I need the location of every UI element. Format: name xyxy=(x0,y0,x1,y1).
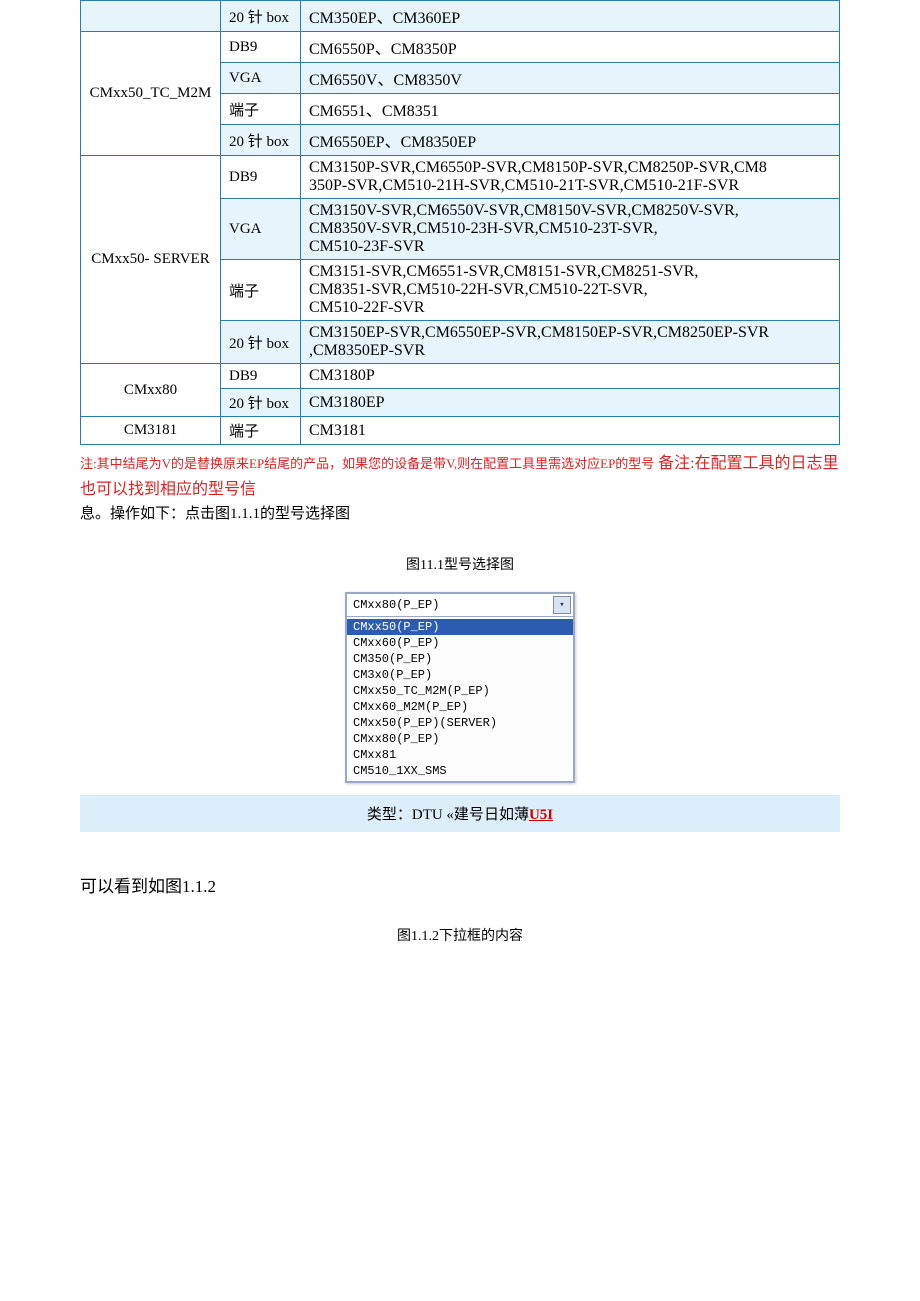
figure-caption-1: 图11.1型号选择图 xyxy=(80,554,840,574)
table-cell: 20 针 box xyxy=(221,125,301,156)
table-cell: CM3180P xyxy=(301,364,840,389)
table-cell: CM3180EP xyxy=(301,389,840,417)
table-cell: CM3181 xyxy=(301,417,840,445)
table-cell: CM350EP、CM360EP xyxy=(301,1,840,32)
table-group-label: CMxx80 xyxy=(81,364,221,417)
note-red: 注:其中结尾为V的是替换原来EP结尾的产品，如果您的设备是带V,则在配置工具里需… xyxy=(80,456,654,471)
table-cell: 20 针 box xyxy=(221,1,301,32)
table-cell: CM6550P、CM8350P xyxy=(301,32,840,63)
dropdown-item[interactable]: CM350(P_EP) xyxy=(347,651,573,667)
table-cell: CM6550EP、CM8350EP xyxy=(301,125,840,156)
dropdown-item[interactable]: CMxx50(P_EP) xyxy=(347,619,573,635)
dropdown-button[interactable]: ▾ xyxy=(553,596,571,614)
type-label: 类型：DTU «建号日如薄 xyxy=(367,807,529,823)
table-cell: 端子 xyxy=(221,417,301,445)
chevron-down-icon: ▾ xyxy=(559,600,564,610)
table-cell: DB9 xyxy=(221,156,301,199)
dropdown-selected[interactable]: CMxx80(P_EP) xyxy=(347,596,551,614)
type-link[interactable]: U5I xyxy=(529,807,553,823)
table-group-label: CMxx50_TC_M2M xyxy=(81,32,221,156)
figure-caption-2: 图1.1.2下拉框的内容 xyxy=(80,925,840,945)
table-cell: DB9 xyxy=(221,364,301,389)
dropdown-item[interactable]: CMxx60_M2M(P_EP) xyxy=(347,699,573,715)
dropdown-item[interactable]: CM510_1XX_SMS xyxy=(347,763,573,779)
table-cell: VGA xyxy=(221,199,301,260)
note-tail: 息。操作如下：点击图1.1.1的型号选择图 xyxy=(80,506,350,522)
table-cell: 端子 xyxy=(221,94,301,125)
dropdown-item[interactable]: CMxx81 xyxy=(347,747,573,763)
see-figure-text: 可以看到如图1.1.2 xyxy=(80,872,840,897)
model-dropdown[interactable]: CMxx80(P_EP) ▾ CMxx50(P_EP) CMxx60(P_EP)… xyxy=(345,592,575,783)
dropdown-list[interactable]: CMxx50(P_EP) CMxx60(P_EP) CM350(P_EP) CM… xyxy=(347,617,573,781)
dropdown-item[interactable]: CMxx50(P_EP)(SERVER) xyxy=(347,715,573,731)
table-cell: CM6550V、CM8350V xyxy=(301,63,840,94)
note-block: 注:其中结尾为V的是替换原来EP结尾的产品，如果您的设备是带V,则在配置工具里需… xyxy=(80,451,840,526)
dropdown-item[interactable]: CMxx60(P_EP) xyxy=(347,635,573,651)
table-cell: 20 针 box xyxy=(221,389,301,417)
dropdown-item[interactable]: CMxx80(P_EP) xyxy=(347,731,573,747)
table-group-label: CM3181 xyxy=(81,417,221,445)
table-cell xyxy=(81,1,221,32)
table-cell: DB9 xyxy=(221,32,301,63)
dropdown-item[interactable]: CMxx50_TC_M2M(P_EP) xyxy=(347,683,573,699)
table-cell: CM3150P-SVR,CM6550P-SVR,CM8150P-SVR,CM82… xyxy=(301,156,840,199)
spec-table: 20 针 box CM350EP、CM360EP CMxx50_TC_M2M D… xyxy=(80,0,840,445)
table-cell: CM3151-SVR,CM6551-SVR,CM8151-SVR,CM8251-… xyxy=(301,260,840,321)
table-cell: VGA xyxy=(221,63,301,94)
table-cell: 20 针 box xyxy=(221,321,301,364)
table-cell: CM6551、CM8351 xyxy=(301,94,840,125)
table-group-label: CMxx50- SERVER xyxy=(81,156,221,364)
table-cell: CM3150EP-SVR,CM6550EP-SVR,CM8150EP-SVR,C… xyxy=(301,321,840,364)
table-cell: 端子 xyxy=(221,260,301,321)
type-band: 类型：DTU «建号日如薄U5I xyxy=(80,795,840,832)
dropdown-item[interactable]: CM3x0(P_EP) xyxy=(347,667,573,683)
table-cell: CM3150V-SVR,CM6550V-SVR,CM8150V-SVR,CM82… xyxy=(301,199,840,260)
